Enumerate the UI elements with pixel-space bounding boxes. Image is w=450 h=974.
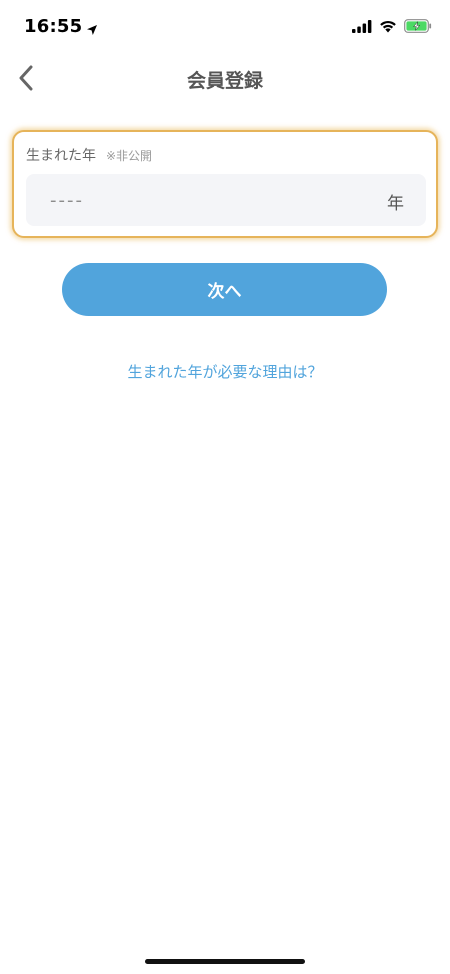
location-arrow-icon — [86, 21, 98, 35]
birth-year-label: 生まれた年 — [26, 148, 96, 164]
birth-year-field-card: 生まれた年 ※非公開 年 — [12, 130, 438, 238]
status-bar: 16:55 — [0, 0, 450, 54]
status-icons — [352, 18, 432, 37]
birth-year-input[interactable] — [26, 174, 366, 226]
year-input-container[interactable]: 年 — [26, 174, 426, 226]
navigation-bar: 会員登録 — [0, 54, 450, 106]
why-birth-year-link[interactable]: 生まれた年が必要な理由は？ — [0, 361, 450, 382]
status-time: 16:55 — [24, 16, 83, 37]
home-indicator[interactable] — [145, 959, 305, 964]
year-unit-label: 年 — [387, 194, 404, 214]
next-button[interactable]: 次へ — [62, 263, 387, 316]
private-note: ※非公開 — [106, 149, 153, 163]
field-label-row: 生まれた年 ※非公開 — [26, 145, 152, 165]
status-time-group: 16:55 — [24, 16, 98, 37]
battery-charging-icon — [404, 18, 432, 37]
wifi-icon — [379, 18, 397, 37]
page-title: 会員登録 — [186, 70, 263, 92]
cellular-signal-icon — [352, 18, 372, 37]
